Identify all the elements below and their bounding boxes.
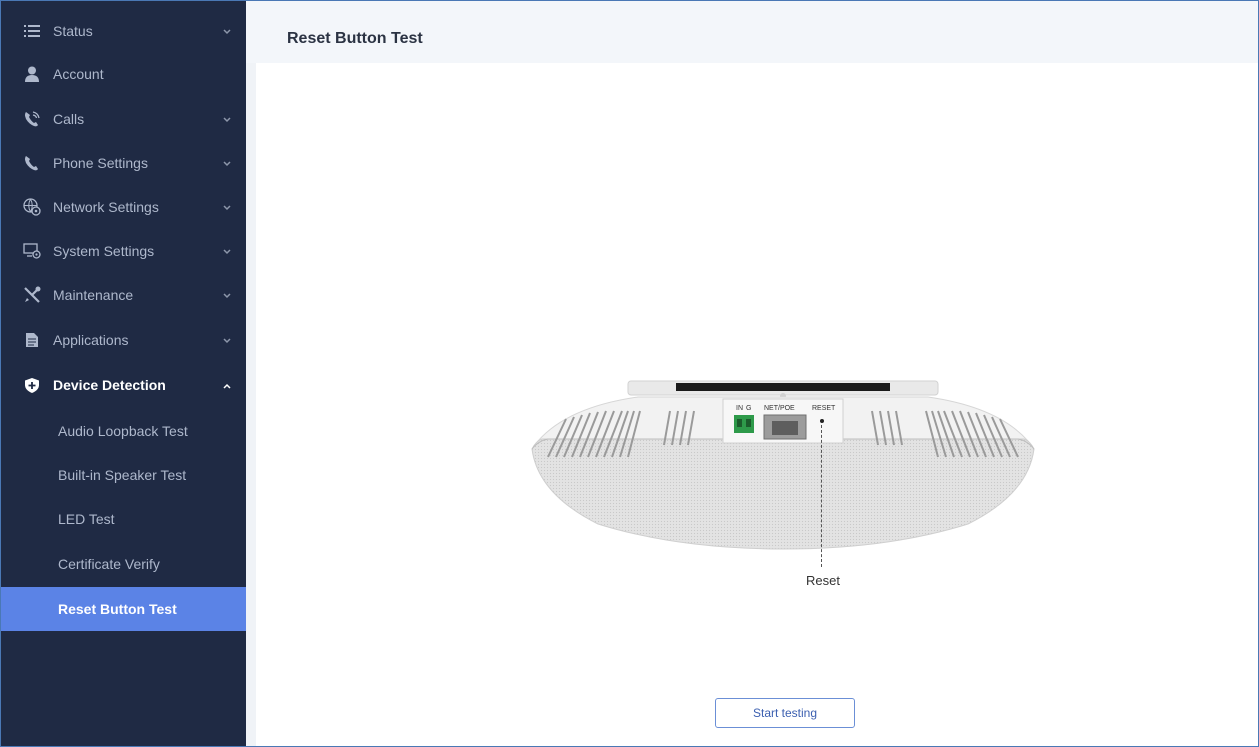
chevron-up-icon bbox=[223, 381, 231, 389]
sidebar-item-applications[interactable]: Applications bbox=[1, 318, 246, 362]
sidebar-subitem-led-test[interactable]: LED Test bbox=[1, 497, 246, 541]
sidebar-item-label: Account bbox=[53, 66, 104, 82]
monitor-gear-icon bbox=[23, 242, 41, 260]
sidebar-item-status[interactable]: Status bbox=[1, 9, 246, 53]
chevron-down-icon bbox=[223, 159, 231, 167]
port-label-reset: RESET bbox=[812, 405, 836, 412]
port-label-g: G bbox=[746, 405, 751, 412]
chevron-down-icon bbox=[223, 203, 231, 211]
sidebar-item-system-settings[interactable]: System Settings bbox=[1, 229, 246, 273]
sidebar-subitem-label: Certificate Verify bbox=[58, 556, 160, 572]
sidebar-subitem-label: Audio Loopback Test bbox=[58, 423, 188, 439]
port-label-in: IN bbox=[736, 405, 743, 412]
chevron-down-icon bbox=[223, 247, 231, 255]
page-title: Reset Button Test bbox=[287, 30, 423, 47]
chevron-down-icon bbox=[223, 27, 231, 35]
app-window: Status Account Calls Phone Settings Netw… bbox=[0, 0, 1259, 747]
sidebar-subitem-audio-loopback-test[interactable]: Audio Loopback Test bbox=[1, 409, 246, 453]
sidebar-item-label: System Settings bbox=[53, 243, 155, 259]
sidebar-item-label: Network Settings bbox=[53, 199, 159, 215]
sidebar-item-phone-settings[interactable]: Phone Settings bbox=[1, 141, 246, 185]
chevron-down-icon bbox=[223, 115, 231, 123]
chevron-down-icon bbox=[223, 336, 231, 344]
reset-callout-line bbox=[821, 425, 822, 567]
sidebar-item-label: Phone Settings bbox=[53, 155, 148, 171]
sidebar: Status Account Calls Phone Settings Netw… bbox=[1, 1, 246, 746]
main-area: Reset Button Test bbox=[246, 1, 1258, 746]
sidebar-item-label: Status bbox=[53, 23, 93, 39]
sidebar-subitem-label: Reset Button Test bbox=[58, 601, 177, 617]
shield-plus-icon bbox=[23, 376, 41, 394]
sidebar-item-label: Applications bbox=[53, 332, 129, 348]
sidebar-subitem-label: LED Test bbox=[58, 511, 115, 527]
sidebar-item-maintenance[interactable]: Maintenance bbox=[1, 273, 246, 317]
phone-icon bbox=[23, 154, 41, 172]
start-testing-button[interactable]: Start testing bbox=[715, 698, 855, 728]
sidebar-item-calls[interactable]: Calls bbox=[1, 97, 246, 141]
page-header: Reset Button Test bbox=[246, 1, 1258, 63]
network-gear-icon bbox=[23, 198, 41, 216]
sidebar-item-label: Maintenance bbox=[53, 287, 134, 303]
sidebar-item-account[interactable]: Account bbox=[1, 52, 246, 96]
port-label-net: NET/POE bbox=[764, 405, 795, 412]
tools-icon bbox=[23, 286, 41, 304]
list-icon bbox=[23, 22, 41, 40]
chevron-down-icon bbox=[223, 291, 231, 299]
document-icon bbox=[23, 331, 41, 349]
sidebar-item-label: Device Detection bbox=[53, 377, 166, 393]
sidebar-subitem-certificate-verify[interactable]: Certificate Verify bbox=[1, 542, 246, 586]
sidebar-item-device-detection[interactable]: Device Detection bbox=[1, 363, 246, 407]
device-image: IN G NET/POE RESET bbox=[531, 380, 1035, 550]
reset-callout-label: Reset bbox=[806, 573, 840, 588]
user-icon bbox=[23, 65, 41, 83]
sidebar-subitem-reset-button-test[interactable]: Reset Button Test bbox=[1, 587, 246, 631]
sidebar-item-label: Calls bbox=[53, 111, 85, 127]
sidebar-item-network-settings[interactable]: Network Settings bbox=[1, 185, 246, 229]
phone-call-icon bbox=[23, 110, 41, 128]
sidebar-subitem-built-in-speaker-test[interactable]: Built-in Speaker Test bbox=[1, 453, 246, 497]
sidebar-subitem-label: Built-in Speaker Test bbox=[58, 467, 187, 483]
